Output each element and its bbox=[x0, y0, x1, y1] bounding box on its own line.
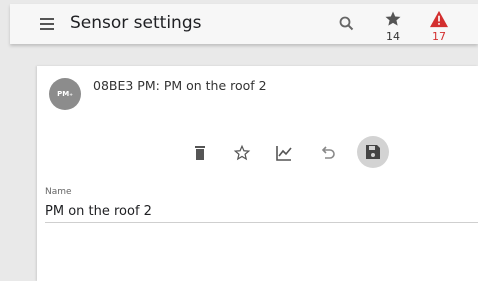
delete-icon bbox=[195, 146, 205, 160]
alerts-count: 17 bbox=[432, 30, 446, 43]
app-bar: Sensor settings 14 17 bbox=[10, 4, 478, 44]
save-icon bbox=[366, 145, 380, 159]
sensor-avatar: PM₊ bbox=[49, 78, 81, 110]
star-outline-icon bbox=[233, 144, 251, 161]
chart-button[interactable] bbox=[269, 138, 299, 168]
name-input[interactable] bbox=[45, 200, 478, 223]
sensor-card: PM₊ 08BE3 PM: PM on the roof 2 Name PM o… bbox=[37, 66, 478, 281]
alerts-button[interactable]: 17 bbox=[426, 10, 452, 44]
delete-button[interactable] bbox=[185, 138, 215, 168]
action-toolbar bbox=[37, 136, 478, 168]
menu-icon bbox=[40, 18, 54, 20]
warning-icon bbox=[430, 10, 448, 28]
sensor-title: 08BE3 PM: PM on the roof 2 bbox=[93, 78, 267, 93]
search-icon bbox=[339, 16, 354, 31]
favorites-button[interactable]: 14 bbox=[380, 10, 406, 44]
favorites-count: 14 bbox=[386, 30, 400, 43]
page-title: Sensor settings bbox=[70, 13, 202, 33]
star-icon bbox=[385, 11, 401, 26]
chart-icon bbox=[276, 146, 292, 161]
name-label: Name bbox=[45, 187, 72, 197]
favorite-button[interactable] bbox=[227, 138, 257, 168]
save-button[interactable] bbox=[357, 136, 389, 168]
search-button[interactable] bbox=[338, 15, 356, 33]
undo-button[interactable] bbox=[313, 138, 343, 168]
undo-icon bbox=[321, 146, 335, 159]
menu-button[interactable] bbox=[40, 17, 58, 31]
